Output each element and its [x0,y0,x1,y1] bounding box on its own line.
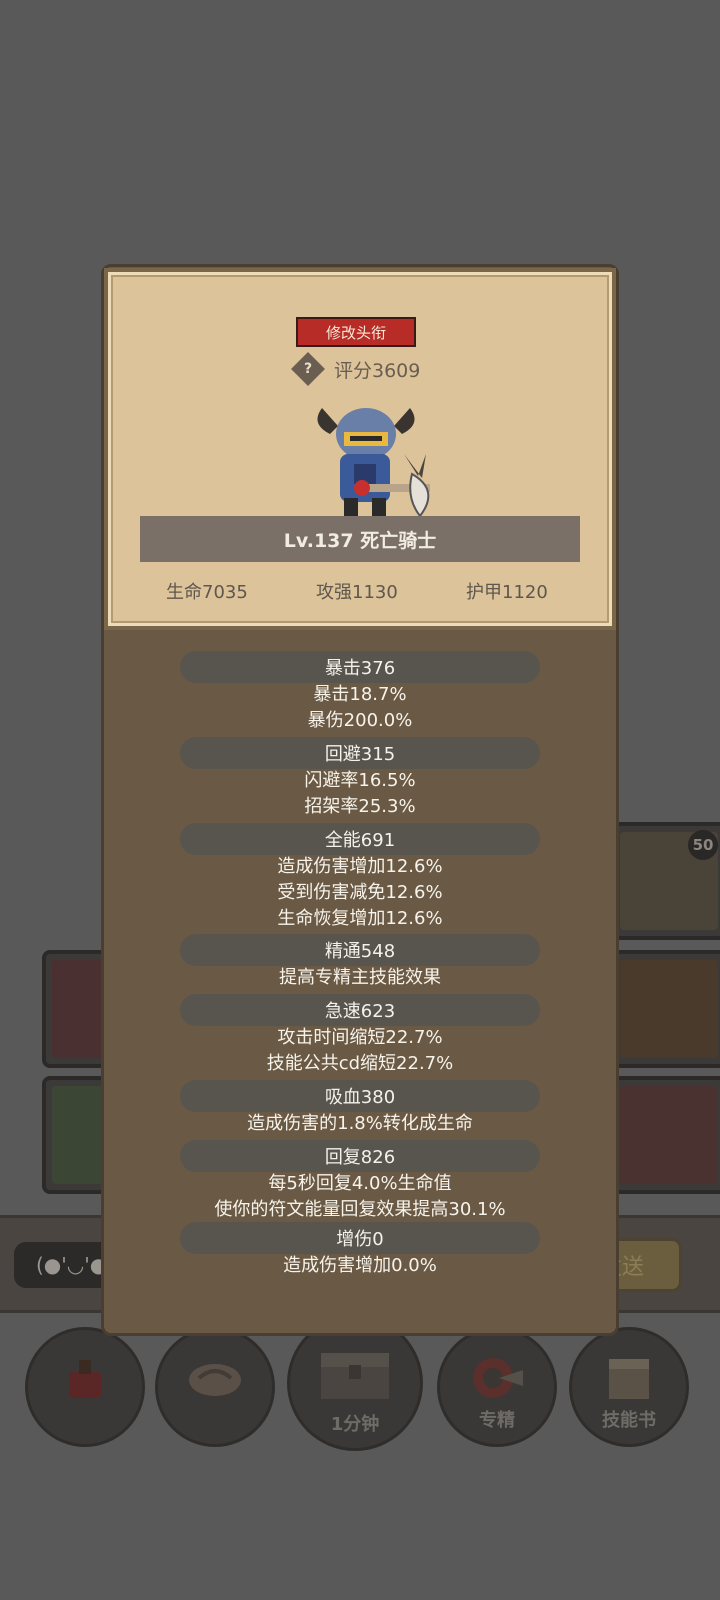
skill-slot-low-right[interactable] [610,1076,720,1194]
stat-line: 技能公共cd缩短22.7% [266,1053,454,1074]
skill-slot-mid-right[interactable] [610,950,720,1068]
stat-group-damage-bonus: 增伤0 [180,1222,540,1254]
bread-nav-button[interactable] [158,1330,272,1444]
specialization-label: 专精 [479,1410,515,1431]
level-badge: 50 [688,830,718,860]
stat-group-crit: 暴击376 [180,651,540,683]
edit-title-button[interactable]: 修改头衔 [296,317,416,347]
stat-group-versatility: 全能691 [180,823,540,855]
stat-armor: 护甲1120 [466,582,548,603]
stat-line: 暴伤200.0% [307,710,413,731]
stat-line: 造成伤害增加0.0% [283,1255,437,1276]
hero-portrait [300,394,450,524]
chest-nav-button[interactable]: ! 1分钟 [290,1314,420,1448]
stat-group-avoidance: 回避315 [180,737,540,769]
stat-line: 招架率25.3% [304,796,416,817]
chest-timer-label: 1分钟 [330,1414,380,1435]
score-row: ? 评分3609 [291,352,421,386]
stat-health: 生命7035 [166,582,248,603]
stat-line: 生命恢复增加12.6% [277,908,443,929]
stat-line: 造成伤害的1.8%转化成生命 [247,1113,473,1134]
score-value: 评分3609 [334,359,421,382]
stat-group-mastery: 精通548 [180,934,540,966]
skillbook-label: 技能书 [602,1410,656,1431]
stat-group-lifesteal: 吸血380 [180,1080,540,1112]
help-icon[interactable]: ? [291,352,325,386]
skill-slot-top-right[interactable]: 50 [610,822,720,940]
book-icon [601,1353,657,1407]
stat-group-haste: 急速623 [180,994,540,1026]
stat-line: 攻击时间缩短22.7% [277,1027,443,1048]
potion-icon [59,1352,111,1408]
stat-attack-power: 攻强1130 [316,582,398,603]
bread-icon [185,1356,245,1404]
level-class-bar: Lv.137 死亡骑士 [140,516,580,562]
stat-line: 每5秒回复4.0%生命值 [268,1173,452,1194]
stat-line: 暴击18.7% [313,684,407,705]
stat-line: 造成伤害增加12.6% [277,856,443,877]
chest-icon [315,1343,395,1407]
skillbook-nav-button[interactable]: 技能书 [572,1330,686,1444]
stat-line: 使你的符文能量回复效果提高30.1% [214,1199,506,1220]
stat-line: 提高专精主技能效果 [279,967,441,988]
stat-group-regen: 回复826 [180,1140,540,1172]
target-icon [469,1350,525,1410]
stat-line: 受到伤害减免12.6% [277,882,443,903]
stat-line: 闪避率16.5% [304,770,416,791]
specialization-nav-button[interactable]: 专精 [440,1330,554,1444]
potion-nav-button[interactable] [28,1330,142,1444]
